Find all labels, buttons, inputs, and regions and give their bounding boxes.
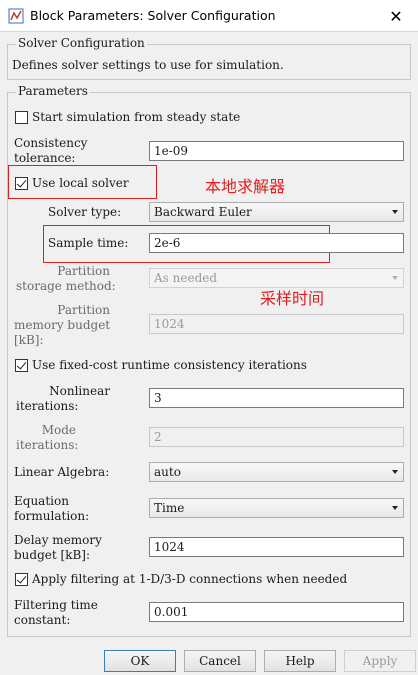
- linear-algebra-value: auto: [154, 465, 181, 479]
- solver-type-dropdown[interactable]: Backward Euler: [149, 202, 404, 222]
- use-local-solver-checkbox[interactable]: [15, 177, 28, 190]
- equation-formulation-label-1: Equation: [14, 494, 69, 508]
- mode-iterations-input: 2: [149, 427, 404, 447]
- mode-iterations-label-1: Mode: [41, 423, 76, 437]
- simulink-block-icon: [8, 8, 24, 24]
- apply-filtering-label: Apply filtering at 1-D/3-D connections w…: [32, 572, 348, 586]
- title-bar: Block Parameters: Solver Configuration ✕: [0, 0, 418, 32]
- chevron-down-icon: [392, 210, 398, 214]
- nonlinear-iterations-label-1: Nonlinear: [49, 384, 110, 398]
- equation-formulation-value: Time: [154, 501, 185, 515]
- description-group-label: Solver Configuration: [16, 36, 147, 50]
- apply-button: Apply: [344, 650, 416, 672]
- sample-time-label: Sample time:: [48, 236, 129, 250]
- equation-formulation-dropdown[interactable]: Time: [149, 498, 404, 518]
- solver-type-label: Solver type:: [48, 205, 122, 219]
- consistency-tolerance-input[interactable]: 1e-09: [149, 141, 404, 161]
- delay-memory-input[interactable]: 1024: [149, 537, 404, 557]
- filtering-time-label-2: constant:: [14, 613, 71, 627]
- use-local-solver-label: Use local solver: [32, 176, 129, 190]
- nonlinear-iterations-input[interactable]: 3: [149, 388, 404, 408]
- start-steady-state-checkbox[interactable]: [15, 111, 28, 124]
- delay-memory-label-1: Delay memory: [14, 533, 102, 547]
- partition-memory-label-1: Partition: [57, 303, 110, 317]
- partition-memory-label-2: memory budget: [14, 318, 111, 332]
- linear-algebra-dropdown[interactable]: auto: [149, 462, 404, 482]
- fixed-cost-checkbox[interactable]: [15, 359, 28, 372]
- solver-type-value: Backward Euler: [154, 205, 252, 219]
- partition-storage-label-1: Partition: [57, 264, 110, 278]
- help-button[interactable]: Help: [264, 650, 336, 672]
- partition-memory-input: 1024: [149, 314, 404, 334]
- partition-storage-value: As needed: [154, 271, 218, 285]
- delay-memory-label-2: budget [kB]:: [14, 548, 91, 562]
- local-solver-annotation: 本地求解器: [205, 177, 286, 196]
- consistency-tolerance-label-2: tolerance:: [14, 151, 76, 165]
- linear-algebra-label: Linear Algebra:: [14, 465, 110, 479]
- close-button[interactable]: ✕: [376, 2, 416, 30]
- parameters-group-label: Parameters: [16, 84, 90, 98]
- fixed-cost-label: Use fixed-cost runtime consistency itera…: [32, 358, 307, 372]
- filtering-time-label-1: Filtering time: [14, 598, 98, 612]
- chevron-down-icon: [392, 470, 398, 474]
- start-steady-state-label: Start simulation from steady state: [32, 110, 241, 124]
- cancel-button[interactable]: Cancel: [184, 650, 256, 672]
- apply-filtering-checkbox[interactable]: [15, 573, 28, 586]
- chevron-down-icon: [392, 276, 398, 280]
- ok-button[interactable]: OK: [104, 650, 176, 672]
- sample-time-annotation: 采样时间: [260, 289, 325, 308]
- nonlinear-iterations-label-2: iterations:: [16, 399, 79, 413]
- chevron-down-icon: [392, 506, 398, 510]
- window-title: Block Parameters: Solver Configuration: [30, 8, 276, 23]
- equation-formulation-label-2: formulation:: [14, 509, 90, 523]
- description-text: Defines solver settings to use for simul…: [12, 58, 284, 72]
- consistency-tolerance-label-1: Consistency: [14, 136, 88, 150]
- partition-memory-label-3: [kB]:: [14, 333, 44, 347]
- partition-storage-label-2: storage method:: [16, 279, 116, 293]
- sample-time-input[interactable]: 2e-6: [149, 233, 404, 253]
- mode-iterations-label-2: iterations:: [16, 438, 79, 452]
- filtering-time-input[interactable]: 0.001: [149, 602, 404, 622]
